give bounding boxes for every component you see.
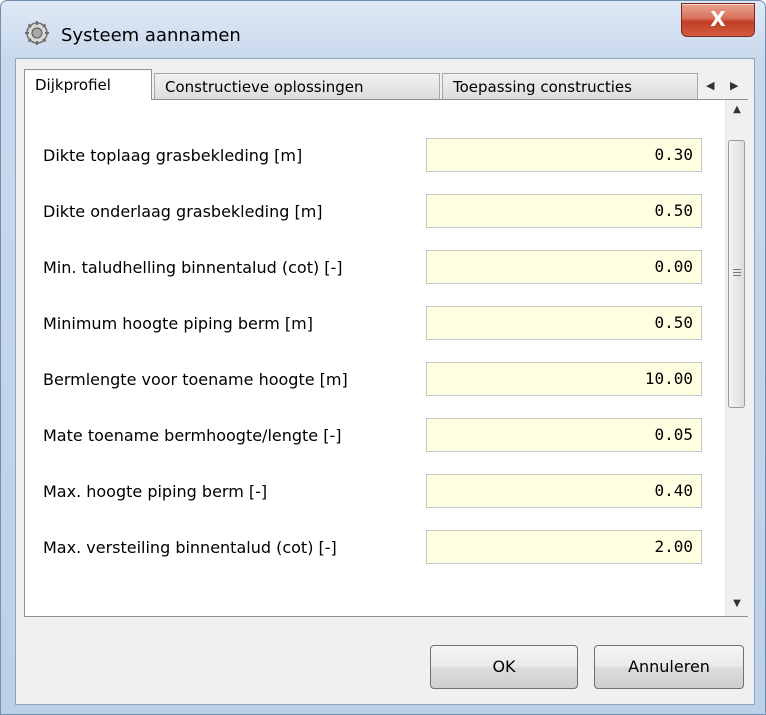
input-max-versteiling[interactable]: 2.00 — [426, 530, 702, 564]
row-label-max-hoogte-piping-berm: Max. hoogte piping berm [-] — [43, 482, 268, 501]
tab-scroll-right-icon[interactable]: ▶ — [730, 79, 738, 92]
scrollbar-thumb[interactable] — [728, 140, 745, 408]
tab-dijkprofiel[interactable]: Dijkprofiel — [24, 69, 152, 100]
row-label-max-versteiling: Max. versteiling binnentalud (cot) [-] — [43, 538, 337, 557]
close-icon: X — [710, 7, 726, 31]
row-label-dikte-toplaag: Dikte toplaag grasbekleding [m] — [43, 146, 303, 165]
settings-list: Dikte toplaag grasbekleding [m] 0.30 Dik… — [25, 100, 725, 616]
input-mate-toename[interactable]: 0.05 — [426, 418, 702, 452]
input-minimum-hoogte-piping-berm[interactable]: 0.50 — [426, 306, 702, 340]
grip-icon — [733, 269, 741, 277]
cancel-button[interactable]: Annuleren — [594, 645, 744, 689]
title-bar[interactable]: Systeem aannamen X — [1, 1, 765, 57]
tab-toepassing-constructies[interactable]: Toepassing constructies — [442, 73, 698, 99]
row-label-bermlengte: Bermlengte voor toename hoogte [m] — [43, 370, 348, 389]
vertical-scrollbar[interactable]: ▲ ▼ — [725, 100, 748, 616]
input-bermlengte[interactable]: 10.00 — [426, 362, 702, 396]
dialog-window: Systeem aannamen X Dijkprofiel Construct… — [0, 0, 766, 715]
row-label-minimum-hoogte-piping-berm: Minimum hoogte piping berm [m] — [43, 314, 313, 333]
scroll-down-icon[interactable]: ▼ — [726, 594, 748, 614]
scroll-up-icon[interactable]: ▲ — [726, 100, 748, 120]
row-label-mate-toename: Mate toename bermhoogte/lengte [-] — [43, 426, 342, 445]
tab-strip: Dijkprofiel Constructieve oplossingen To… — [16, 59, 754, 100]
input-max-hoogte-piping-berm[interactable]: 0.40 — [426, 474, 702, 508]
close-button[interactable]: X — [681, 3, 755, 37]
ok-button[interactable]: OK — [430, 645, 578, 689]
input-dikte-onderlaag[interactable]: 0.50 — [426, 194, 702, 228]
tab-constructieve-oplossingen[interactable]: Constructieve oplossingen — [154, 73, 440, 99]
gear-icon — [25, 21, 49, 45]
input-dikte-toplaag[interactable]: 0.30 — [426, 138, 702, 172]
dialog-client-area: Dijkprofiel Constructieve oplossingen To… — [15, 58, 755, 705]
input-min-taludhelling[interactable]: 0.00 — [426, 250, 702, 284]
row-label-min-taludhelling: Min. taludhelling binnentalud (cot) [-] — [43, 258, 343, 277]
row-label-dikte-onderlaag: Dikte onderlaag grasbekleding [m] — [43, 202, 323, 221]
tab-scroll-left-icon[interactable]: ◀ — [706, 79, 714, 92]
dijkprofiel-panel: Dikte toplaag grasbekleding [m] 0.30 Dik… — [24, 99, 748, 617]
window-title: Systeem aannamen — [61, 25, 241, 46]
